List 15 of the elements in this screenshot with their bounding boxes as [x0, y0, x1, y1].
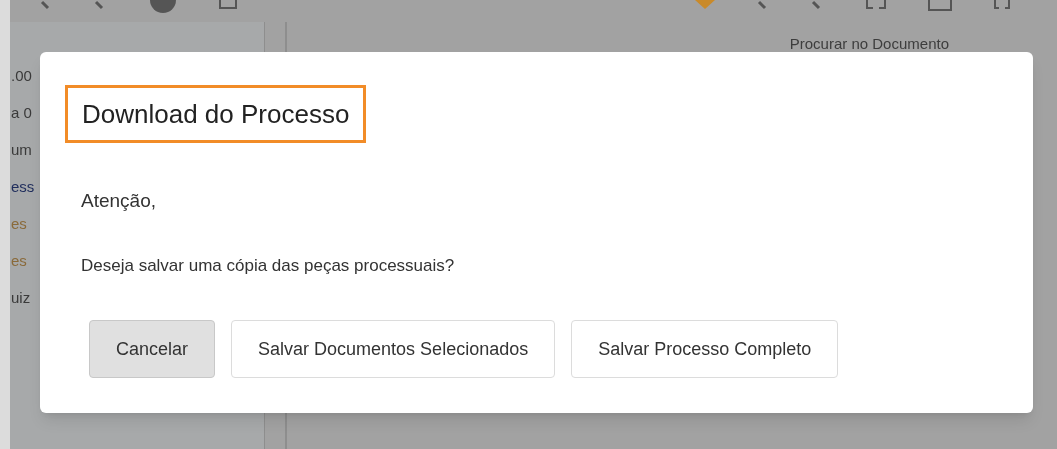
sidebar-item[interactable]: a 0 — [11, 101, 32, 124]
dialog-button[interactable]: Cancelar — [89, 320, 216, 378]
fullscreen-icon[interactable] — [993, 0, 1011, 10]
expand-icon[interactable] — [865, 0, 887, 10]
dialog-title: Download do Processo — [65, 85, 367, 143]
sidebar-item[interactable]: uiz — [11, 286, 31, 309]
sidebar-item[interactable]: ess — [11, 175, 35, 198]
dialog-button[interactable]: Salvar Processo Completo — [571, 320, 839, 378]
search-label: Procurar no Documento — [789, 36, 949, 51]
greeting-text: Atenção, — [81, 191, 156, 210]
dialog-button[interactable]: Salvar Documentos Selecionados — [231, 320, 556, 378]
sidebar-item[interactable]: um — [11, 138, 32, 161]
screen-icon[interactable] — [927, 0, 953, 12]
message-text: Deseja salvar uma cópia das peças processuais? — [81, 257, 455, 274]
sidebar-item[interactable]: .00 — [11, 64, 32, 87]
